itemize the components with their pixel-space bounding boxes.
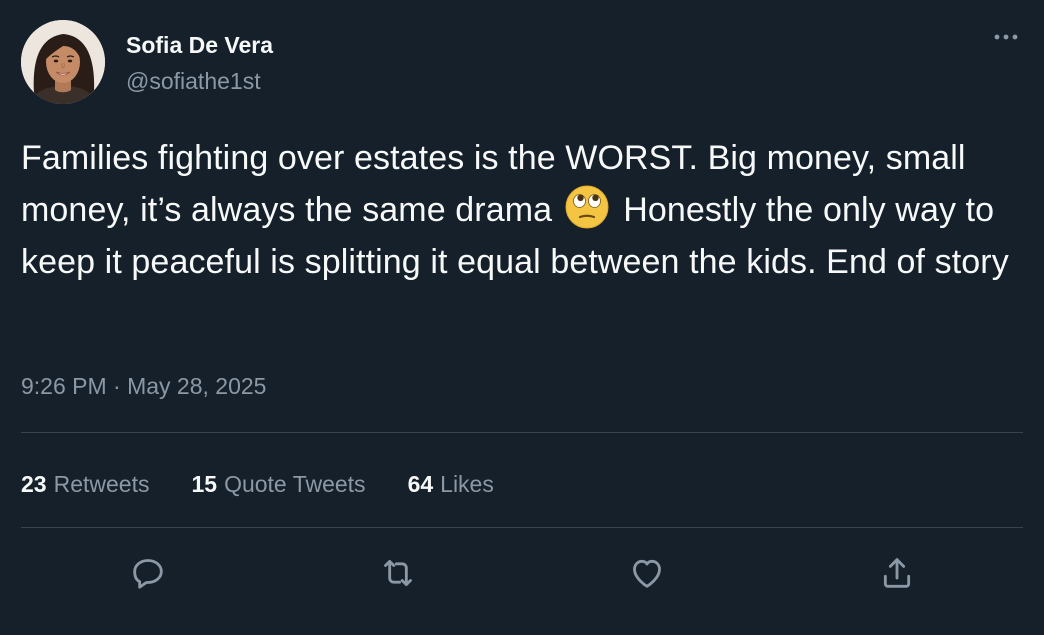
retweet-icon (384, 559, 412, 587)
author-names: Sofia De Vera @sofiathe1st (126, 30, 273, 98)
retweets-count: 23 (21, 471, 47, 497)
tweet-header: Sofia De Vera @sofiathe1st (21, 20, 273, 104)
ellipsis-icon (994, 34, 1018, 40)
tweet-actions (0, 545, 1044, 605)
user-handle[interactable]: @sofiathe1st (126, 64, 273, 98)
avatar[interactable] (21, 20, 105, 104)
quote-tweets-stat[interactable]: 15 Quote Tweets (191, 466, 365, 502)
retweets-stat[interactable]: 23 Retweets (21, 466, 149, 502)
comment-icon (133, 559, 163, 589)
reply-button[interactable] (118, 545, 178, 601)
heart-icon (633, 559, 661, 588)
retweets-label: Retweets (53, 471, 150, 497)
share-icon (883, 558, 911, 588)
tweet-stats: 23 Retweets 15 Quote Tweets 64 Likes (21, 466, 536, 502)
likes-count: 64 (407, 471, 434, 497)
quote-tweets-label: Quote Tweets (224, 471, 366, 497)
retweet-button[interactable] (368, 545, 428, 601)
tweet-card: Sofia De Vera @sofiathe1st Families figh… (0, 0, 1044, 635)
divider (21, 527, 1023, 528)
display-name[interactable]: Sofia De Vera (126, 30, 273, 60)
like-button[interactable] (617, 545, 677, 601)
share-button[interactable] (867, 545, 927, 601)
likes-label: Likes (440, 471, 494, 497)
divider (21, 432, 1023, 433)
quote-tweets-count: 15 (191, 471, 218, 497)
likes-stat[interactable]: 64 Likes (408, 466, 494, 502)
face-with-rolling-eyes-icon (564, 184, 610, 230)
profile-photo-icon (21, 20, 105, 104)
tweet-timestamp[interactable]: 9:26 PM · May 28, 2025 (21, 368, 266, 404)
more-options-button[interactable] (990, 24, 1022, 52)
tweet-text: Families fighting over estates is the WO… (21, 132, 1021, 288)
